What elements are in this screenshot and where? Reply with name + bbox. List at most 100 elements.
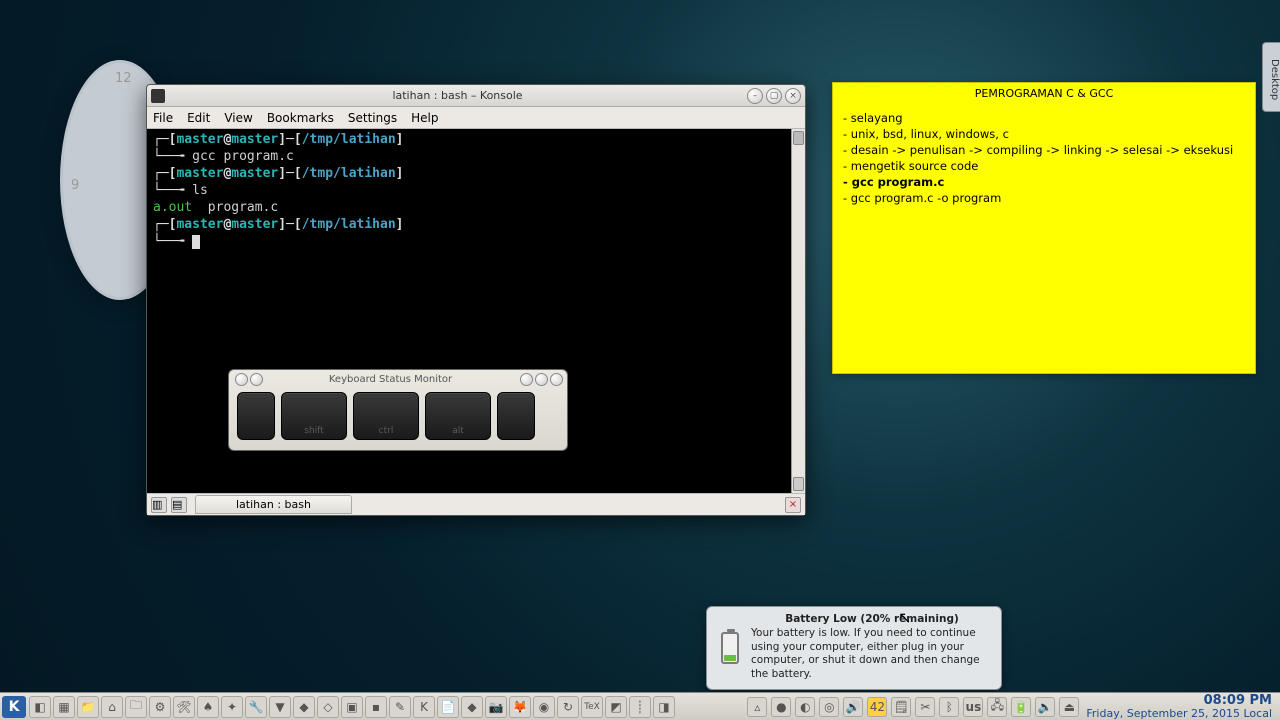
- battery-low-notification[interactable]: Battery Low (20% remaining) Your battery…: [706, 606, 1002, 690]
- ksm-app-icon: [235, 373, 248, 386]
- taskbar-kate-icon[interactable]: K: [413, 696, 435, 718]
- ksm-minimize-button[interactable]: [520, 373, 533, 386]
- taskbar-activity-icon[interactable]: ◧: [29, 696, 51, 718]
- tray-kblayout-icon[interactable]: us: [963, 697, 983, 717]
- terminal-scrollbar[interactable]: [791, 129, 805, 493]
- sticky-note-line: - mengetik source code: [843, 158, 1245, 174]
- taskbar-firefox-icon[interactable]: 🦊: [509, 696, 531, 718]
- terminal-line: ┌─[master@master]─[/tmp/latihan]: [153, 131, 799, 148]
- tray-temp-icon[interactable]: 42: [867, 697, 887, 717]
- taskbar-editor-icon[interactable]: ✎: [389, 696, 411, 718]
- terminal-line: └──╼: [153, 233, 799, 250]
- scrollbar-down-arrow[interactable]: [793, 477, 804, 491]
- taskbar-konsole-icon[interactable]: ▪: [365, 696, 387, 718]
- terminal-line: ┌─[master@master]─[/tmp/latihan]: [153, 216, 799, 233]
- new-tab-button[interactable]: ▥: [151, 497, 167, 513]
- sticky-note-line: - selayang: [843, 110, 1245, 126]
- taskbar-wrench-icon[interactable]: 🔧: [245, 696, 267, 718]
- close-button[interactable]: ×: [785, 88, 801, 104]
- tray-notes-icon[interactable]: 🗒: [891, 697, 911, 717]
- sticky-note[interactable]: PEMROGRAMAN C & GCC - selayang- unix, bs…: [832, 82, 1256, 374]
- taskbar-app2-icon[interactable]: ◇: [317, 696, 339, 718]
- ksm-key-blank1: [237, 392, 275, 440]
- battery-notif-body: Your battery is low. If you need to cont…: [751, 627, 993, 681]
- taskbar-screenshot-icon[interactable]: 📷: [485, 696, 507, 718]
- ksm-pin-button[interactable]: [250, 373, 263, 386]
- tray-app1-icon[interactable]: ●: [771, 697, 791, 717]
- taskbar-network-icon[interactable]: ↻: [557, 696, 579, 718]
- taskbar-terminal-icon[interactable]: ▣: [341, 696, 363, 718]
- close-tab-button[interactable]: ×: [785, 497, 801, 513]
- tray-expand-icon[interactable]: ▵: [747, 697, 767, 717]
- taskbar-star-icon[interactable]: ✦: [221, 696, 243, 718]
- taskbar-inkscape-icon[interactable]: ◆: [461, 696, 483, 718]
- terminal-line: ┌─[master@master]─[/tmp/latihan]: [153, 165, 799, 182]
- tray-klipper-icon[interactable]: ✂: [915, 697, 935, 717]
- tray-app2-icon[interactable]: ◐: [795, 697, 815, 717]
- taskbar-running-app-icon[interactable]: ◨: [653, 696, 675, 718]
- konsole-title-text: latihan : bash – Konsole: [171, 89, 744, 102]
- sticky-note-line: - gcc program.c -o program: [843, 190, 1245, 206]
- ksm-key-shift: shift: [281, 392, 347, 440]
- desktop-edge-tab[interactable]: Desktop: [1262, 42, 1280, 112]
- tray-device-icon[interactable]: ⏏: [1059, 697, 1079, 717]
- taskbar-pager-icon[interactable]: ▦: [53, 696, 75, 718]
- tray-network-icon[interactable]: 🖧: [987, 697, 1007, 717]
- ksm-maximize-button[interactable]: [535, 373, 548, 386]
- menu-file[interactable]: File: [153, 111, 173, 125]
- ksm-keys-row: shift ctrl alt: [229, 388, 567, 444]
- taskbar-chrome-icon[interactable]: ◉: [533, 696, 555, 718]
- menu-settings[interactable]: Settings: [348, 111, 397, 125]
- system-tray: ▵ ● ◐ ◎ 🔊 42 🗒 ✂ ᛒ us 🖧 🔋 🔈 ⏏: [746, 697, 1080, 717]
- taskbar-tex-icon[interactable]: TeX: [581, 696, 603, 718]
- sticky-note-line: - unix, bsd, linux, windows, c: [843, 126, 1245, 142]
- konsole-titlebar[interactable]: latihan : bash – Konsole – ▢ ×: [147, 85, 805, 107]
- taskbar-date: Friday, September 25, 2015 Local: [1086, 708, 1272, 720]
- sticky-note-title: PEMROGRAMAN C & GCC: [833, 83, 1255, 104]
- ksm-titlebar[interactable]: Keyboard Status Monitor: [229, 370, 567, 388]
- tray-bluetooth-icon[interactable]: ᛒ: [939, 697, 959, 717]
- taskbar-dolphin-icon[interactable]: 📁: [77, 696, 99, 718]
- keyboard-status-monitor-window: Keyboard Status Monitor shift ctrl alt: [228, 369, 568, 451]
- taskbar-tools-icon[interactable]: 🛠: [173, 696, 195, 718]
- taskbar-app1-icon[interactable]: ◆: [293, 696, 315, 718]
- ksm-close-button[interactable]: [550, 373, 563, 386]
- ksm-title-text: Keyboard Status Monitor: [263, 374, 518, 385]
- menu-help[interactable]: Help: [411, 111, 438, 125]
- taskbar-clock[interactable]: 08:09 PM Friday, September 25, 2015 Loca…: [1080, 694, 1278, 719]
- taskbar-home-icon[interactable]: ⌂: [101, 696, 123, 718]
- menu-view[interactable]: View: [224, 111, 252, 125]
- taskbar-libreoffice-icon[interactable]: 📄: [437, 696, 459, 718]
- taskbar-folder-icon[interactable]: 🗀: [125, 696, 147, 718]
- terminal-line: └──╼ ls: [153, 182, 799, 199]
- terminal-line: a.out program.c: [153, 199, 799, 216]
- taskbar-time: 08:09 PM: [1086, 694, 1272, 708]
- maximize-button[interactable]: ▢: [766, 88, 782, 104]
- taskbar-spade-icon[interactable]: ♠: [197, 696, 219, 718]
- konsole-statusbar: ▥ ▤ latihan : bash ×: [147, 493, 805, 515]
- terminal-tab[interactable]: latihan : bash: [195, 495, 352, 514]
- scrollbar-thumb[interactable]: [793, 131, 804, 145]
- ksm-key-alt: alt: [425, 392, 491, 440]
- taskbar-yakuake-icon[interactable]: ▼: [269, 696, 291, 718]
- ksm-key-ctrl: ctrl: [353, 392, 419, 440]
- terminal-line: └──╼ gcc program.c: [153, 148, 799, 165]
- taskbar-app3-icon[interactable]: ◩: [605, 696, 627, 718]
- kmenu-button[interactable]: K: [2, 696, 26, 718]
- tray-sound-icon[interactable]: 🔊: [843, 697, 863, 717]
- battery-icon: [715, 613, 745, 683]
- taskbar: K ◧ ▦ 📁 ⌂ 🗀 ⚙ 🛠 ♠ ✦ 🔧 ▼ ◆ ◇ ▣ ▪ ✎ K 📄 ◆ …: [0, 692, 1280, 720]
- ksm-key-blank2: [497, 392, 535, 440]
- minimize-button[interactable]: –: [747, 88, 763, 104]
- menu-bookmarks[interactable]: Bookmarks: [267, 111, 334, 125]
- clock-num-9: 9: [71, 178, 79, 193]
- tray-app3-icon[interactable]: ◎: [819, 697, 839, 717]
- split-view-button[interactable]: ▤: [171, 497, 187, 513]
- taskbar-gear-icon[interactable]: ⚙: [149, 696, 171, 718]
- battery-notif-title: Battery Low (20% remaining): [751, 613, 993, 626]
- tray-volume-icon[interactable]: 🔈: [1035, 697, 1055, 717]
- menu-edit[interactable]: Edit: [187, 111, 210, 125]
- tray-battery-icon[interactable]: 🔋: [1011, 697, 1031, 717]
- clock-num-12: 12: [115, 71, 132, 86]
- taskbar-separator-icon: ┊: [629, 696, 651, 718]
